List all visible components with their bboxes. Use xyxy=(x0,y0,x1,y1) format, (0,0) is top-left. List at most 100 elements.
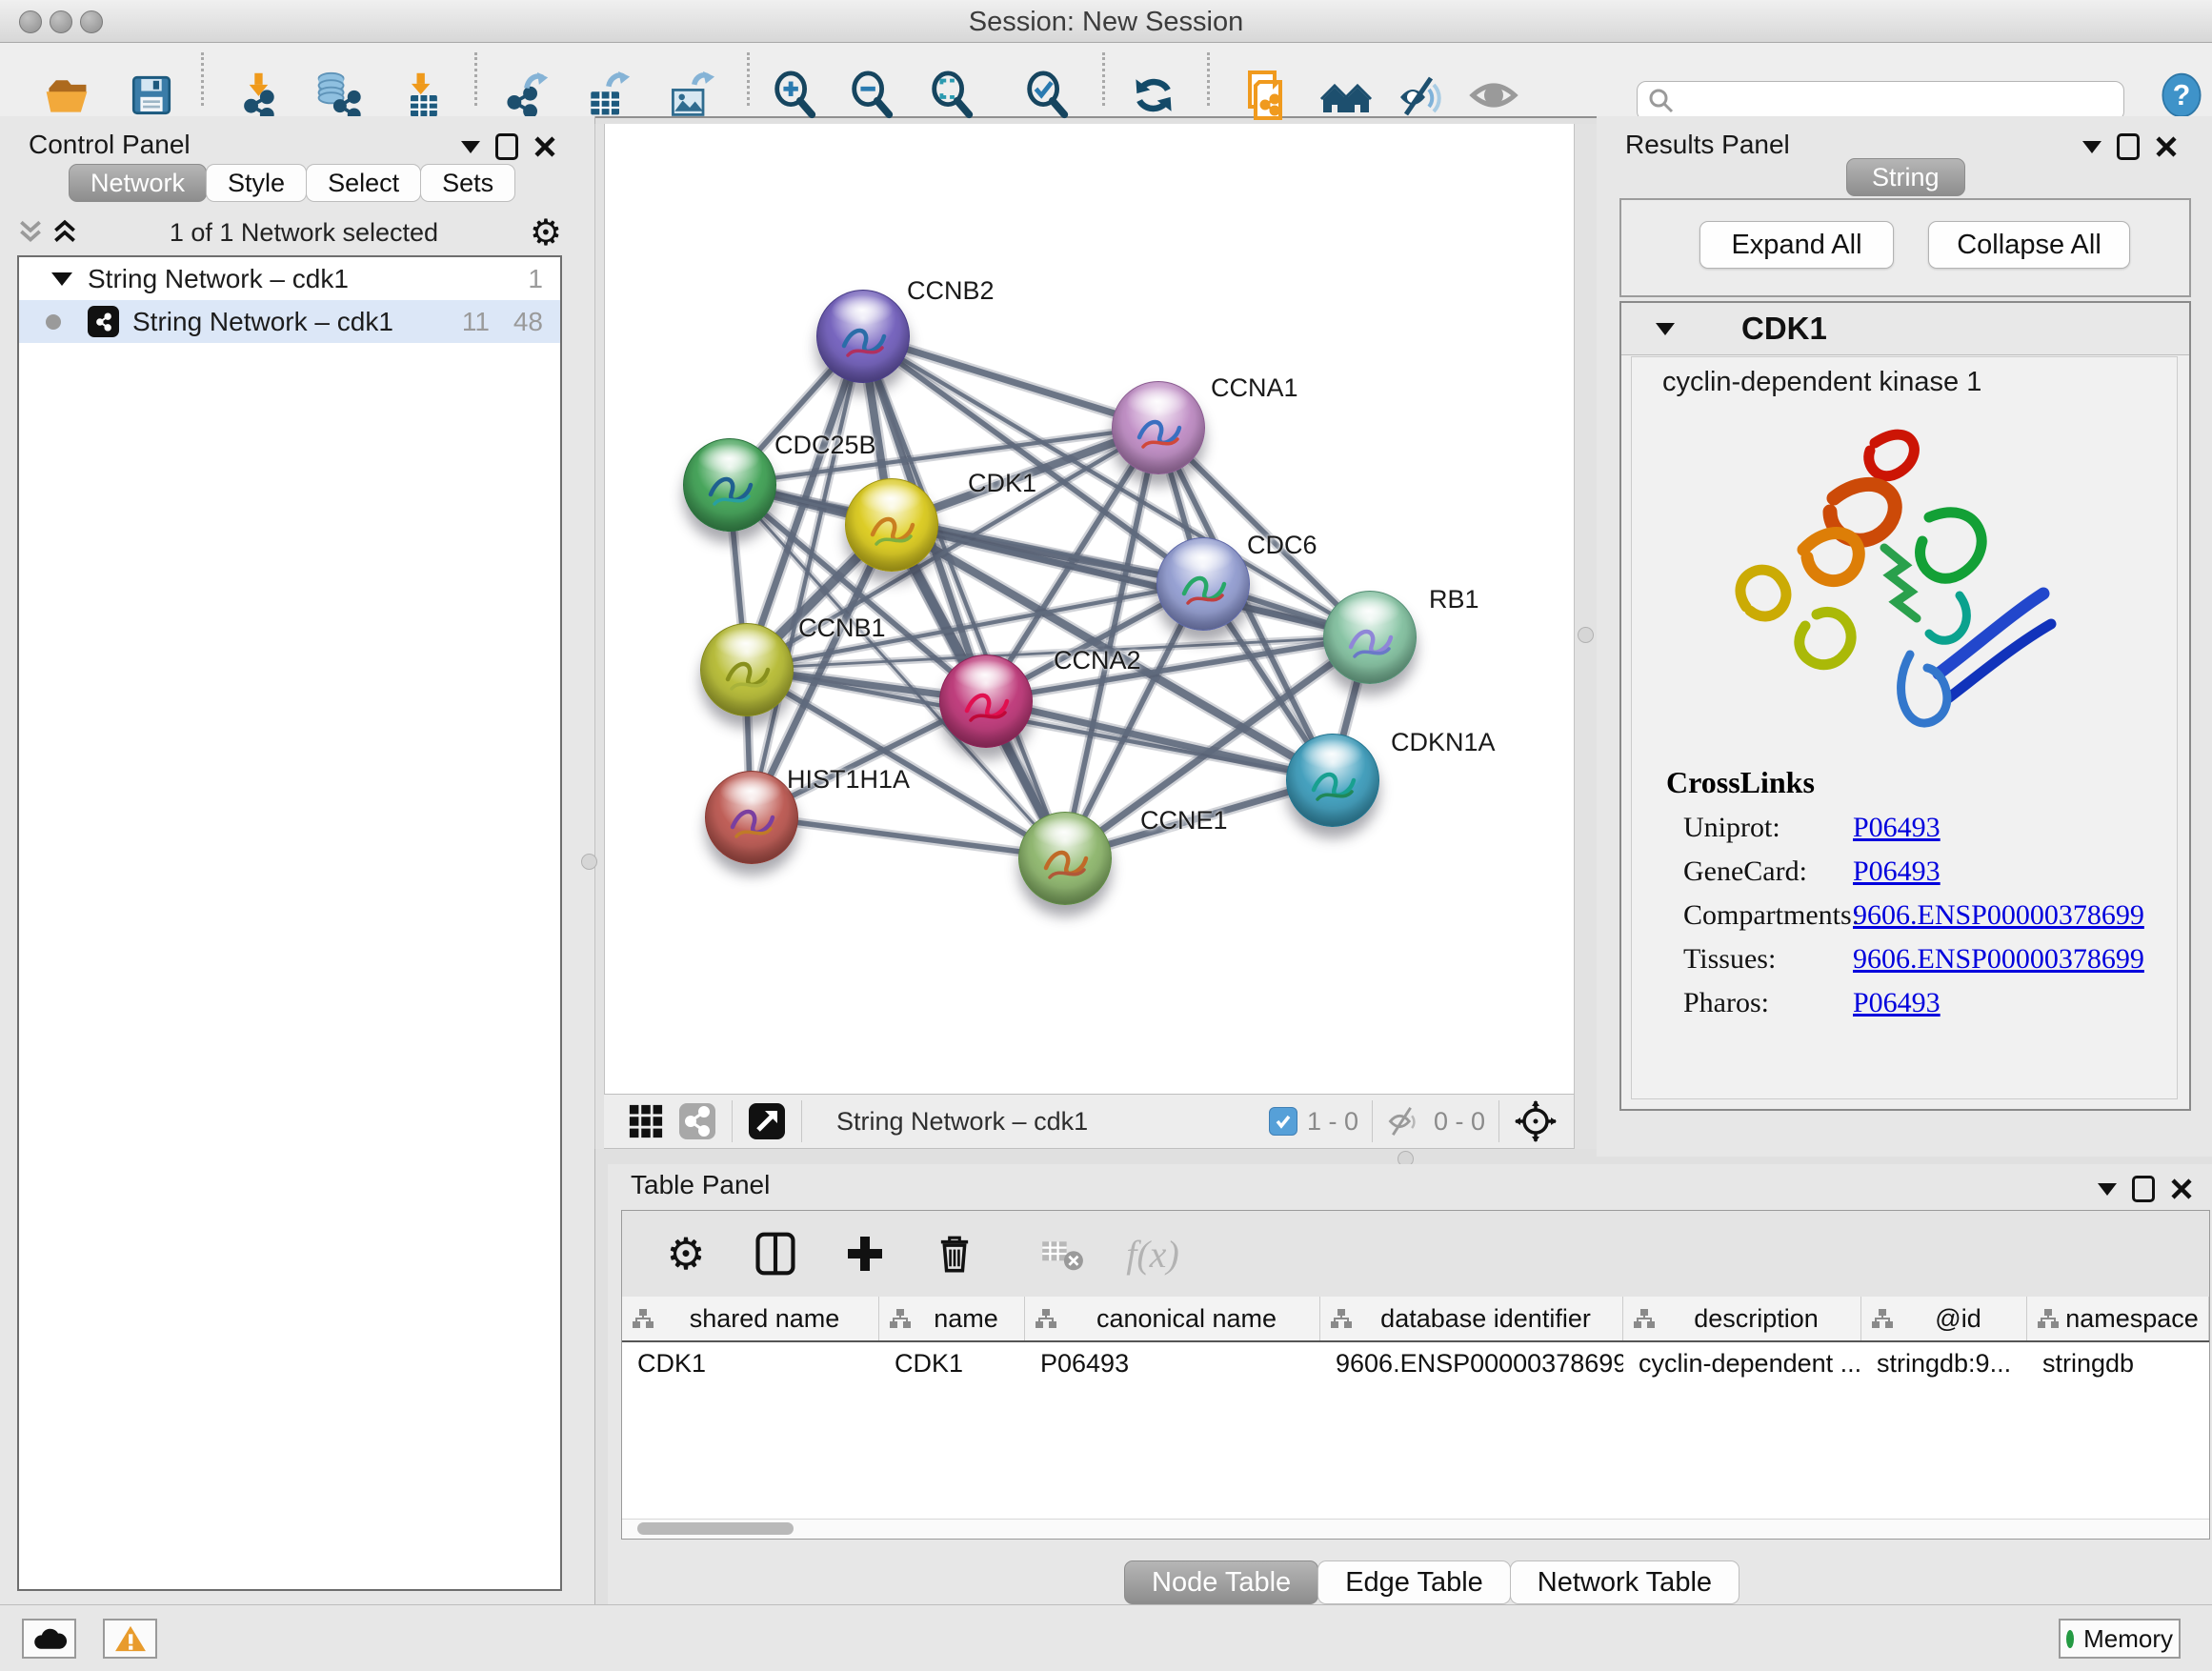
column-header-name[interactable]: name xyxy=(879,1297,1025,1340)
collapse-all-icon[interactable] xyxy=(17,218,44,247)
toolbar-separator xyxy=(474,52,477,106)
delete-column-trash-icon[interactable] xyxy=(929,1228,980,1279)
open-session-icon[interactable] xyxy=(38,67,95,124)
network-canvas[interactable]: CCNB2CCNA1CDC25BCDK1CDC6RB1CCNB1CCNA2CDK… xyxy=(604,124,1574,1094)
tab-edge-table[interactable]: Edge Table xyxy=(1317,1560,1511,1604)
horizontal-scrollbar[interactable] xyxy=(622,1519,2209,1539)
tree-expand-icon[interactable] xyxy=(51,272,72,286)
add-column-icon[interactable] xyxy=(839,1228,891,1279)
float-panel-icon[interactable] xyxy=(2132,1176,2155,1202)
hide-selected-icon[interactable] xyxy=(1393,67,1450,124)
left-splitter-handle[interactable] xyxy=(581,854,597,870)
network-overview-icon[interactable] xyxy=(676,1100,718,1142)
tab-network-table[interactable]: Network Table xyxy=(1510,1560,1739,1604)
gene-header-row[interactable]: CDK1 xyxy=(1621,303,2189,355)
panel-menu-icon[interactable] xyxy=(461,141,480,153)
column-header-@id[interactable]: @id xyxy=(1861,1297,2027,1340)
expand-all-button[interactable]: Expand All xyxy=(1699,221,1894,269)
network-options-gear-icon[interactable]: ⚙ xyxy=(530,214,562,251)
panel-menu-icon[interactable] xyxy=(2082,141,2101,153)
warnings-button[interactable] xyxy=(103,1619,157,1659)
table-cell[interactable]: cyclin-dependent ... xyxy=(1623,1342,1861,1384)
export-image-icon[interactable] xyxy=(662,67,719,124)
export-network-icon[interactable] xyxy=(496,67,553,124)
float-panel-icon[interactable] xyxy=(2117,133,2140,160)
import-network-icon[interactable] xyxy=(230,67,287,124)
table-cell[interactable]: P06493 xyxy=(1025,1342,1320,1384)
collapse-gene-icon[interactable] xyxy=(1656,323,1675,335)
network-node-CCNB2[interactable] xyxy=(816,290,910,383)
table-cell[interactable]: stringdb xyxy=(2027,1342,2209,1384)
tab-select[interactable]: Select xyxy=(306,164,421,202)
column-header-shared-name[interactable]: shared name xyxy=(622,1297,879,1340)
delete-table-icon[interactable] xyxy=(1037,1228,1089,1279)
network-node-CCNB1[interactable] xyxy=(700,623,794,716)
search-bar[interactable] xyxy=(1637,81,2124,121)
collapse-all-button[interactable]: Collapse All xyxy=(1928,221,2130,269)
float-panel-icon[interactable] xyxy=(495,133,518,160)
import-table-icon[interactable] xyxy=(394,67,452,124)
import-network-database-icon[interactable] xyxy=(310,67,367,124)
home-icon[interactable] xyxy=(1317,67,1375,124)
right-splitter-handle[interactable] xyxy=(1578,627,1594,643)
network-collection-row[interactable]: String Network – cdk1 1 xyxy=(19,257,560,300)
network-node-CCNA2[interactable] xyxy=(939,654,1033,748)
column-header-database-identifier[interactable]: database identifier xyxy=(1320,1297,1623,1340)
network-node-CCNA1[interactable] xyxy=(1112,381,1205,474)
crosslink-link[interactable]: P06493 xyxy=(1853,856,1941,888)
panel-menu-icon[interactable] xyxy=(2098,1183,2117,1196)
table-cell[interactable]: CDK1 xyxy=(879,1342,1025,1384)
birds-eye-view-icon[interactable] xyxy=(625,1100,667,1142)
tab-style[interactable]: Style xyxy=(206,164,307,202)
crosslink-link[interactable]: 9606.ENSP00000378699 xyxy=(1853,899,2144,932)
help-icon[interactable]: ? xyxy=(2153,67,2210,124)
zoom-in-icon[interactable] xyxy=(766,67,823,124)
string-import-icon[interactable] xyxy=(1242,67,1299,124)
close-panel-icon[interactable] xyxy=(2170,1178,2193,1200)
zoom-fit-icon[interactable] xyxy=(923,67,980,124)
left-splitter[interactable] xyxy=(594,124,605,1149)
scrollbar-thumb[interactable] xyxy=(637,1522,794,1535)
crosslink-link[interactable]: 9606.ENSP00000378699 xyxy=(1853,943,2144,976)
table-cell[interactable]: 9606.ENSP00000378699 xyxy=(1320,1342,1623,1384)
zoom-out-icon[interactable] xyxy=(843,67,900,124)
show-columns-icon[interactable] xyxy=(750,1228,801,1279)
cloud-button[interactable] xyxy=(22,1619,76,1659)
tab-node-table[interactable]: Node Table xyxy=(1124,1560,1318,1604)
export-table-icon[interactable] xyxy=(578,67,635,124)
network-row-selected[interactable]: String Network – cdk1 11 48 xyxy=(19,300,560,343)
network-node-CCNE1[interactable] xyxy=(1018,812,1112,905)
network-edge[interactable] xyxy=(985,700,1332,779)
show-all-icon[interactable] xyxy=(1465,67,1522,124)
network-node-CDC6[interactable] xyxy=(1156,537,1250,631)
tab-network[interactable]: Network xyxy=(69,164,207,202)
network-node-RB1[interactable] xyxy=(1323,591,1417,684)
column-header-description[interactable]: description xyxy=(1623,1297,1861,1340)
export-view-icon[interactable] xyxy=(746,1100,788,1142)
close-panel-icon[interactable] xyxy=(533,135,556,158)
crosslink-link[interactable]: P06493 xyxy=(1853,812,1941,844)
network-node-CDK1[interactable] xyxy=(845,478,938,572)
table-cell[interactable]: CDK1 xyxy=(622,1342,879,1384)
crosslink-link[interactable]: P06493 xyxy=(1853,987,1941,1019)
table-cell[interactable]: stringdb:9... xyxy=(1861,1342,2027,1384)
column-header-namespace[interactable]: namespace xyxy=(2027,1297,2209,1340)
network-node-CDKN1A[interactable] xyxy=(1286,734,1379,827)
table-row[interactable]: CDK1CDK1P064939606.ENSP00000378699cyclin… xyxy=(622,1342,2209,1384)
network-node-CDC25B[interactable] xyxy=(683,438,776,532)
column-header-canonical-name[interactable]: canonical name xyxy=(1025,1297,1320,1340)
memory-button[interactable]: Memory xyxy=(2059,1619,2181,1659)
tab-sets[interactable]: Sets xyxy=(420,164,515,202)
expand-all-icon[interactable] xyxy=(51,218,78,247)
fit-content-crosshair-icon[interactable] xyxy=(1513,1098,1558,1144)
refresh-icon[interactable] xyxy=(1125,67,1182,124)
zoom-selected-icon[interactable] xyxy=(1018,67,1076,124)
table-options-gear-icon[interactable]: ⚙ xyxy=(660,1228,712,1279)
close-panel-icon[interactable] xyxy=(2155,135,2178,158)
search-input[interactable] xyxy=(1676,86,2099,117)
save-session-icon[interactable] xyxy=(123,67,180,124)
function-builder-icon[interactable]: f(x) xyxy=(1127,1228,1178,1279)
selected-count-checkbox-icon[interactable] xyxy=(1269,1107,1297,1136)
tab-string[interactable]: String xyxy=(1846,158,1965,196)
network-node-HIST1H1A[interactable] xyxy=(705,771,798,864)
